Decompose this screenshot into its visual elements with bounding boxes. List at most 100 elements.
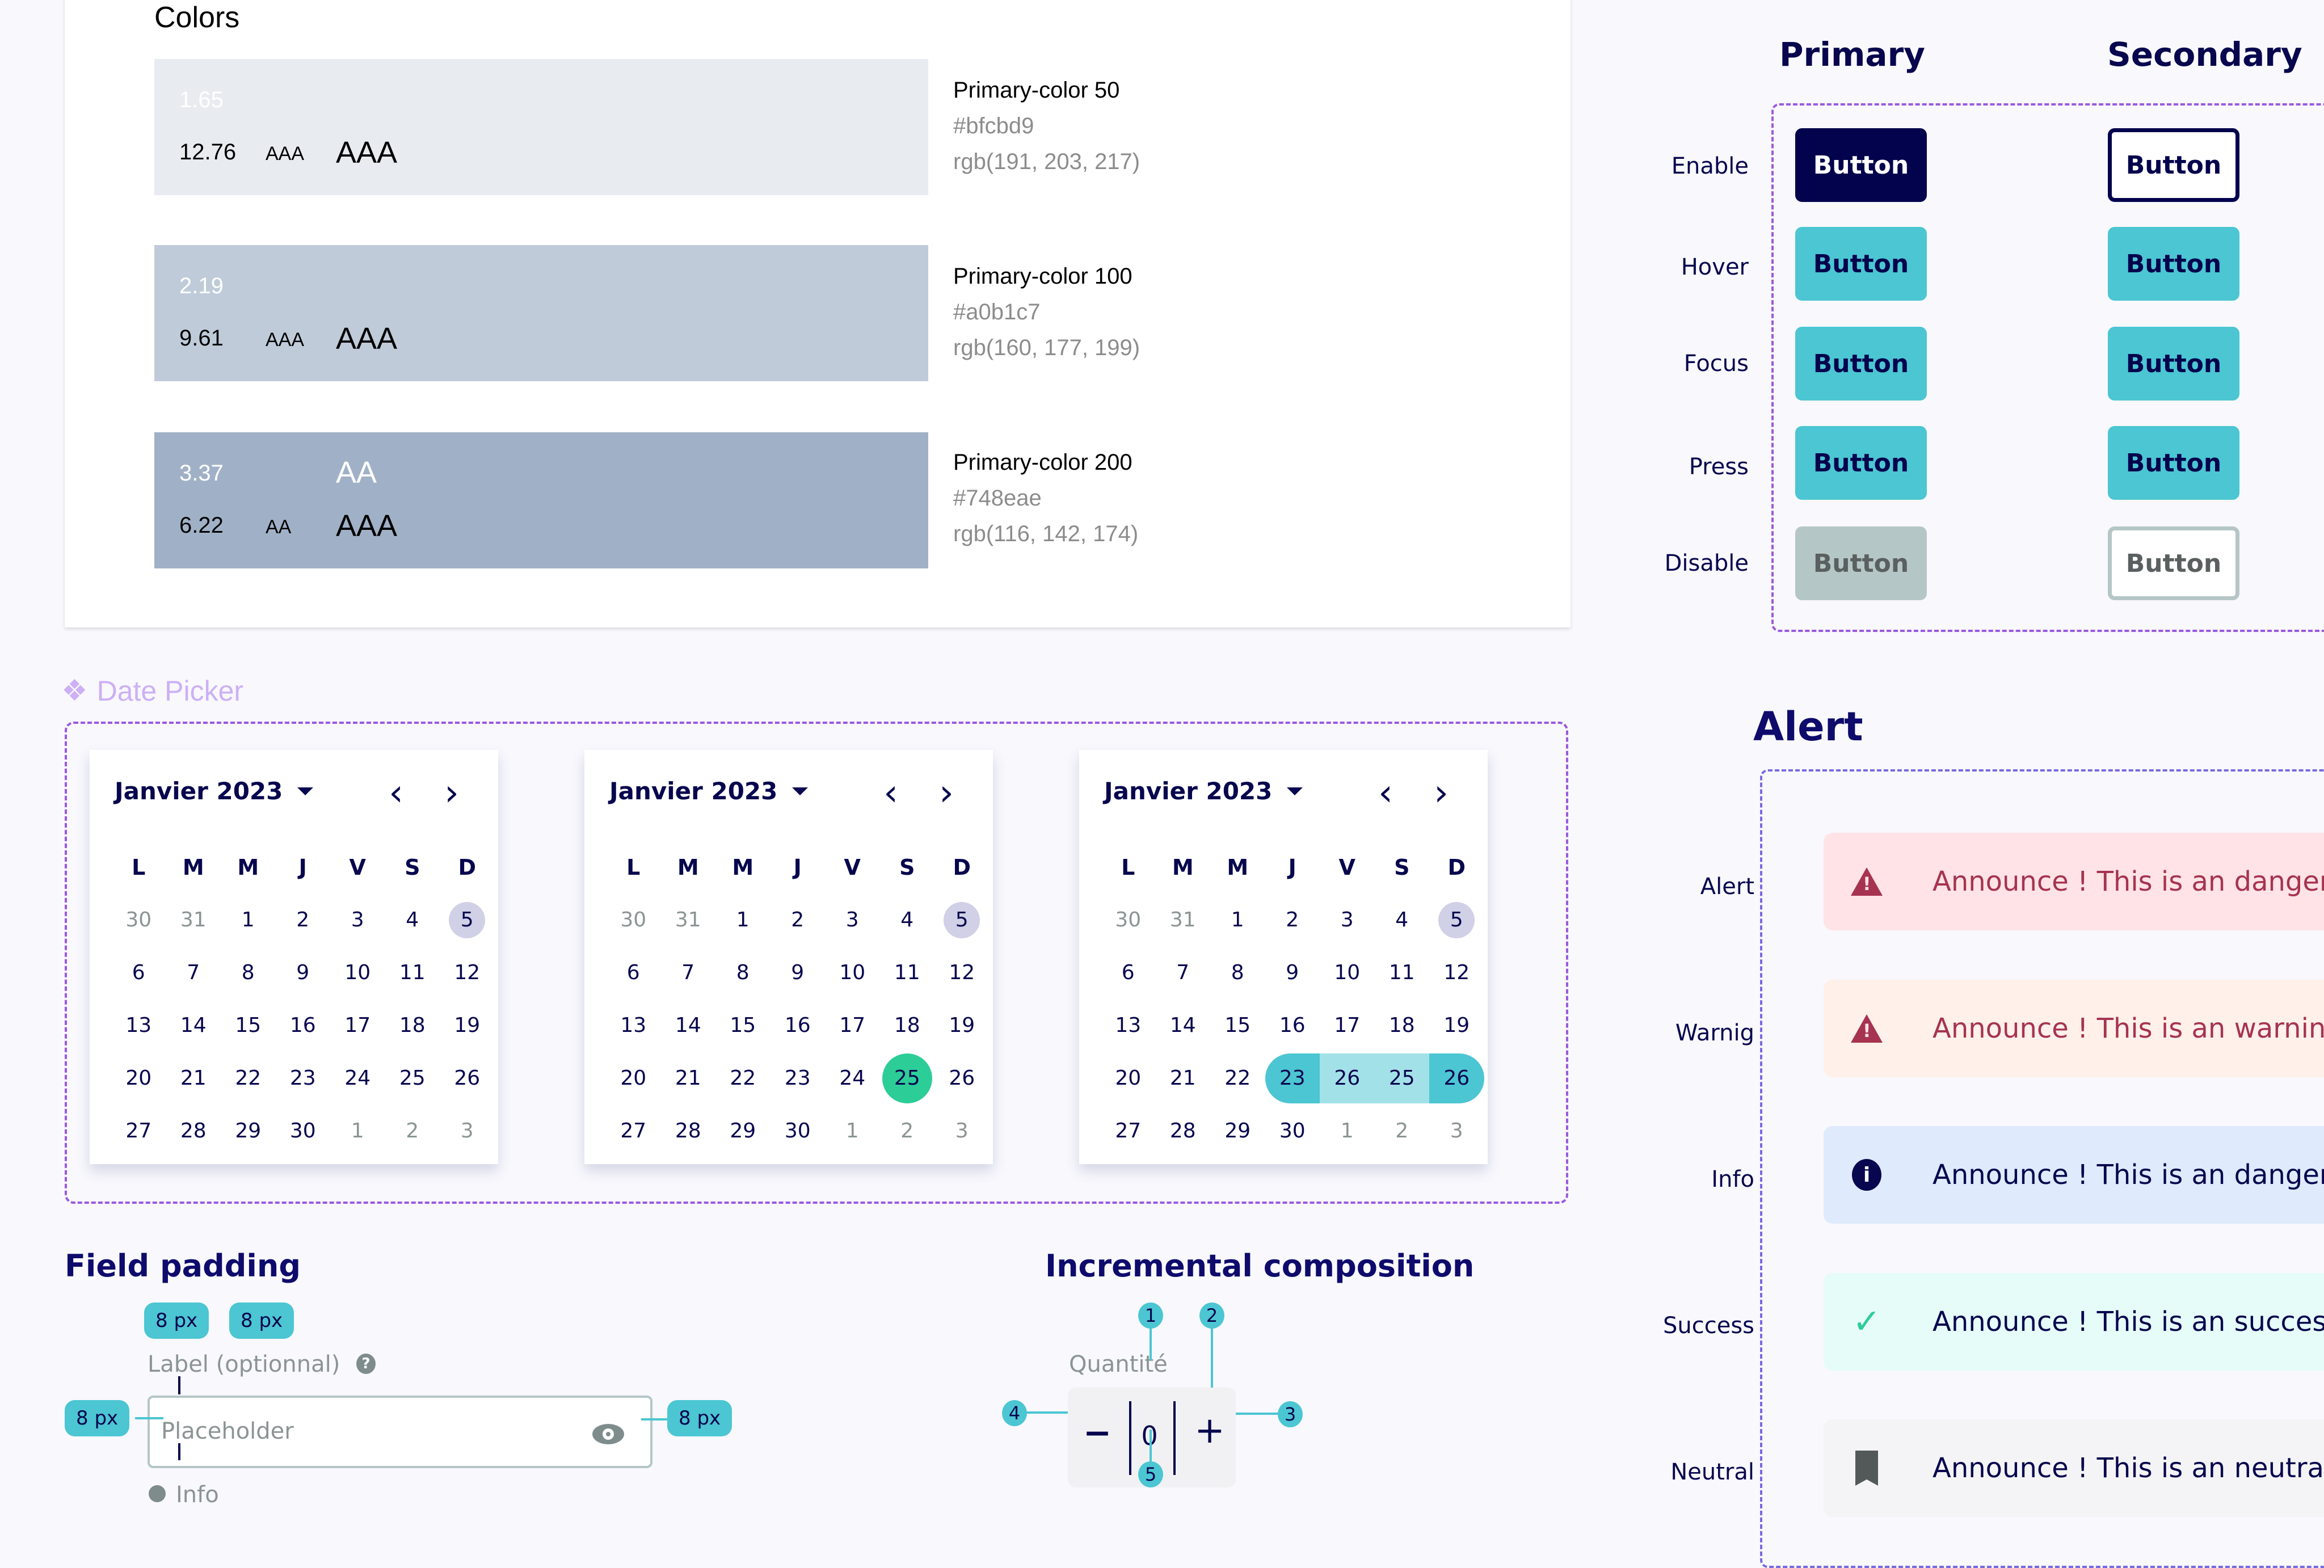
day-cell[interactable]: 5 [440, 900, 495, 940]
day-cell[interactable]: 8 [221, 953, 276, 993]
day-cell[interactable]: 12 [1429, 953, 1484, 993]
month-selector[interactable]: Janvier 2023 [609, 777, 809, 805]
day-cell[interactable]: 26 [934, 1059, 990, 1098]
prev-month-button[interactable]: ‹ [1369, 770, 1403, 816]
day-cell[interactable]: 27 [111, 1111, 166, 1151]
day-cell[interactable]: 4 [385, 900, 440, 940]
day-cell[interactable]: 7 [661, 953, 716, 993]
day-cell[interactable]: 23 [771, 1059, 826, 1098]
day-cell[interactable]: 29 [1210, 1111, 1265, 1151]
day-cell[interactable]: 28 [661, 1111, 716, 1151]
day-cell[interactable]: 17 [330, 1006, 385, 1046]
day-cell[interactable]: 11 [385, 953, 440, 993]
day-cell[interactable]: 11 [880, 953, 935, 993]
day-cell[interactable]: 2 [880, 1111, 935, 1151]
day-cell[interactable]: 3 [1320, 900, 1375, 940]
day-cell[interactable]: 7 [1156, 953, 1211, 993]
day-cell[interactable]: 6 [111, 953, 166, 993]
day-cell[interactable]: 20 [111, 1059, 166, 1098]
day-cell[interactable]: 1 [1210, 900, 1265, 940]
day-cell[interactable]: 30 [1265, 1111, 1320, 1151]
day-cell[interactable]: 31 [166, 900, 221, 940]
secondary-button-press[interactable]: Button [2108, 426, 2239, 500]
day-cell[interactable]: 31 [661, 900, 716, 940]
day-cell[interactable]: 18 [385, 1006, 440, 1046]
day-cell[interactable]: 23 [1265, 1053, 1320, 1103]
day-cell[interactable]: 20 [606, 1059, 661, 1098]
day-cell[interactable]: 2 [276, 900, 331, 940]
day-cell[interactable]: 2 [771, 900, 826, 940]
next-month-button[interactable]: › [929, 770, 963, 816]
day-cell[interactable]: 2 [1265, 900, 1320, 940]
decrement-button[interactable]: − [1080, 1410, 1114, 1456]
day-cell[interactable]: 30 [276, 1111, 331, 1151]
day-cell[interactable]: 9 [1265, 953, 1320, 993]
day-cell[interactable]: 7 [166, 953, 221, 993]
day-cell[interactable]: 10 [825, 953, 880, 993]
day-cell[interactable]: 1 [1320, 1111, 1375, 1151]
day-cell[interactable]: 19 [934, 1006, 990, 1046]
day-cell[interactable]: 15 [221, 1006, 276, 1046]
day-cell[interactable]: 17 [1320, 1006, 1375, 1046]
month-selector[interactable]: Janvier 2023 [115, 777, 314, 805]
next-month-button[interactable]: › [1424, 770, 1458, 816]
day-cell[interactable]: 1 [825, 1111, 880, 1151]
day-cell[interactable]: 1 [221, 900, 276, 940]
day-cell[interactable]: 20 [1101, 1059, 1156, 1098]
day-cell[interactable]: 25 [1374, 1053, 1429, 1103]
day-cell[interactable]: 26 [1429, 1053, 1484, 1103]
primary-button-enable[interactable]: Button [1795, 128, 1927, 202]
day-cell[interactable]: 14 [1156, 1006, 1211, 1046]
day-cell[interactable]: 5 [1429, 900, 1484, 940]
day-cell[interactable]: 6 [1101, 953, 1156, 993]
day-cell[interactable]: 8 [715, 953, 771, 993]
day-cell[interactable]: 26 [440, 1059, 495, 1098]
day-cell[interactable]: 10 [1320, 953, 1375, 993]
day-cell[interactable]: 15 [715, 1006, 771, 1046]
day-cell[interactable]: 24 [825, 1059, 880, 1098]
day-cell[interactable]: 5 [934, 900, 990, 940]
day-cell[interactable]: 21 [1156, 1059, 1211, 1098]
secondary-button-hover[interactable]: Button [2108, 227, 2239, 301]
next-month-button[interactable]: › [435, 770, 469, 816]
day-cell[interactable]: 31 [1156, 900, 1211, 940]
day-cell[interactable]: 13 [111, 1006, 166, 1046]
day-cell[interactable]: 3 [934, 1111, 990, 1151]
day-cell[interactable]: 22 [715, 1059, 771, 1098]
day-cell[interactable]: 29 [715, 1111, 771, 1151]
day-cell[interactable]: 17 [825, 1006, 880, 1046]
primary-button-focus[interactable]: Button [1795, 327, 1927, 401]
day-cell[interactable]: 4 [1375, 900, 1430, 940]
day-cell[interactable]: 1 [715, 900, 771, 940]
day-cell[interactable]: 21 [166, 1059, 221, 1098]
day-cell[interactable]: 12 [934, 953, 990, 993]
day-cell[interactable]: 19 [1429, 1006, 1484, 1046]
day-cell[interactable]: 28 [166, 1111, 221, 1151]
day-cell[interactable]: 28 [1156, 1111, 1211, 1151]
day-cell[interactable]: 27 [606, 1111, 661, 1151]
day-cell[interactable]: 11 [1375, 953, 1430, 993]
prev-month-button[interactable]: ‹ [379, 770, 413, 816]
prev-month-button[interactable]: ‹ [874, 770, 908, 816]
day-cell[interactable]: 16 [276, 1006, 331, 1046]
day-cell[interactable]: 2 [385, 1111, 440, 1151]
day-cell[interactable]: 3 [1429, 1111, 1484, 1151]
day-cell[interactable]: 27 [1101, 1111, 1156, 1151]
increment-button[interactable]: + [1193, 1408, 1227, 1453]
day-cell[interactable]: 14 [166, 1006, 221, 1046]
day-cell[interactable]: 1 [330, 1111, 385, 1151]
day-cell[interactable]: 30 [771, 1111, 826, 1151]
day-cell[interactable]: 22 [1210, 1059, 1265, 1098]
day-cell[interactable]: 30 [1101, 900, 1156, 940]
month-selector[interactable]: Janvier 2023 [1104, 777, 1303, 805]
day-cell[interactable]: 25 [385, 1059, 440, 1098]
day-cell[interactable]: 2 [1375, 1111, 1430, 1151]
day-cell[interactable]: 3 [825, 900, 880, 940]
day-cell[interactable]: 22 [221, 1059, 276, 1098]
day-cell[interactable]: 29 [221, 1111, 276, 1151]
day-cell[interactable]: 16 [771, 1006, 826, 1046]
day-cell[interactable]: 14 [661, 1006, 716, 1046]
day-cell[interactable]: 24 [330, 1059, 385, 1098]
day-cell[interactable]: 13 [1101, 1006, 1156, 1046]
day-cell[interactable]: 21 [661, 1059, 716, 1098]
